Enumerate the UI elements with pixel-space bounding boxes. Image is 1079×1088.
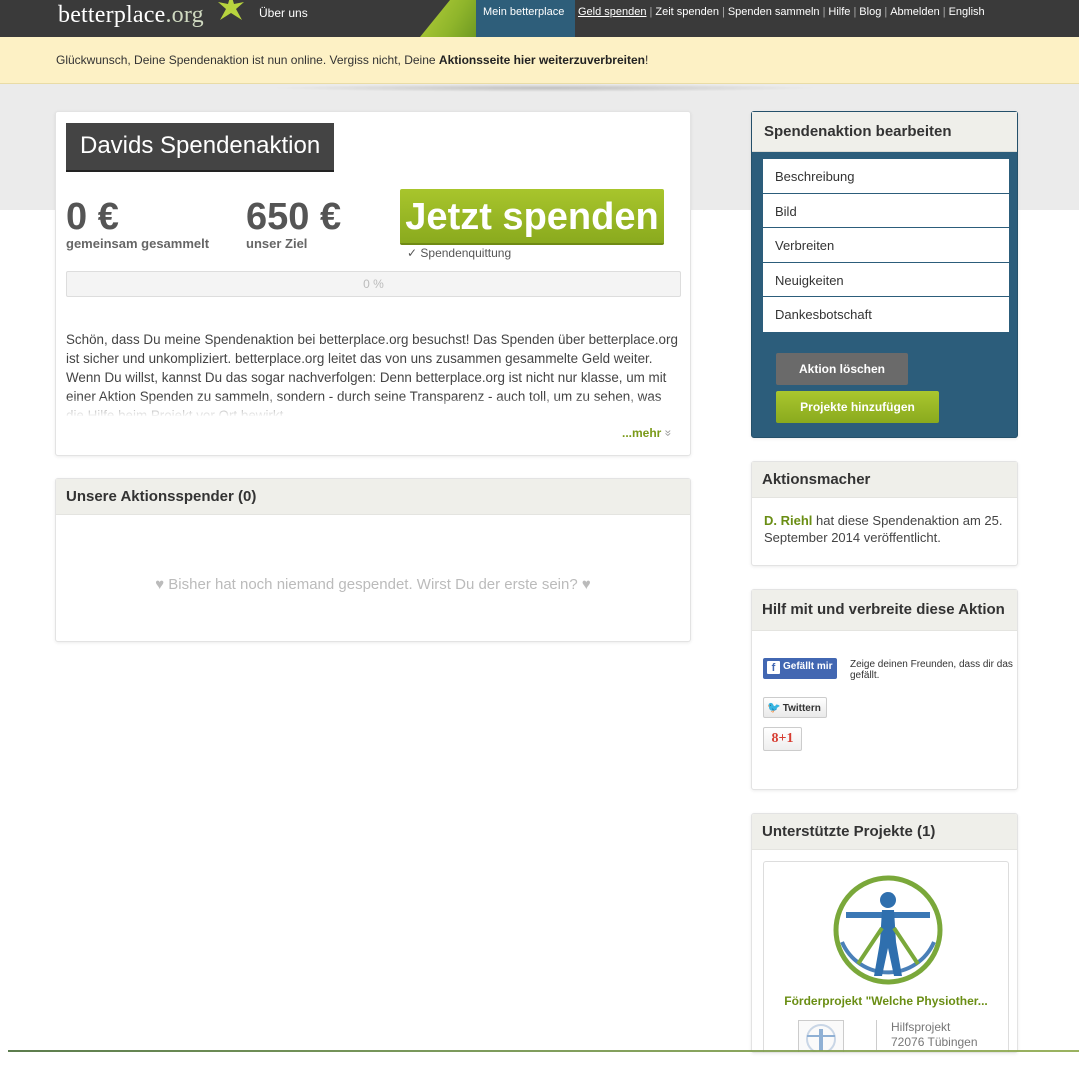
progress-text: 0 % xyxy=(363,277,384,291)
nav-link-hilfe[interactable]: Hilfe xyxy=(825,6,853,18)
star-icon xyxy=(218,0,244,20)
nav-link-english[interactable]: English xyxy=(946,6,988,18)
nav-green-wedge xyxy=(420,0,476,37)
nav-about-link[interactable]: Über uns xyxy=(259,6,308,20)
share-card: Hilf mit und verbreite diese Aktion f Gef… xyxy=(751,589,1018,790)
edit-menu: Beschreibung Bild Verbreiten Neuigkeiten… xyxy=(763,159,1009,332)
nav-link-geld-spenden[interactable]: Geld spenden xyxy=(575,6,650,18)
project-thumbnail xyxy=(798,1020,844,1052)
campaign-title: Davids Spendenaktion xyxy=(66,123,335,172)
twitter-button[interactable]: 🐦 Twittern xyxy=(763,697,827,718)
campaign-maker-card: Aktionsmacher D. Riehl hat diese Spenden… xyxy=(751,461,1018,566)
donation-receipt-note: ✓ Spendenquittung xyxy=(407,246,512,260)
facebook-like-button[interactable]: f Gefällt mir xyxy=(763,658,838,679)
bottom-divider xyxy=(8,1050,1079,1052)
logo-org-text: .org xyxy=(165,2,204,28)
project-location: 72076 Tübingen xyxy=(891,1035,978,1049)
collected-amount: 0 € xyxy=(66,196,119,238)
thumbnail-figure-icon xyxy=(806,1024,836,1052)
collected-label: gemeinsam gesammelt xyxy=(66,236,210,251)
edit-item-image[interactable]: Bild xyxy=(763,194,1009,228)
logo-text: betterplace xyxy=(58,2,166,28)
campaign-maker-title: Aktionsmacher xyxy=(752,462,1017,498)
notice-bar: Glückwunsch, Deine Spendenaktion ist nun… xyxy=(0,37,1079,84)
edit-item-thank-you[interactable]: Dankesbotschaft xyxy=(763,297,1009,332)
google-plus-button[interactable]: 8+1 xyxy=(763,727,802,751)
donate-now-button[interactable]: Jetzt spenden xyxy=(400,189,664,245)
edit-campaign-card: Spendenaktion bearbeiten Beschreibung Bi… xyxy=(751,111,1018,438)
more-link[interactable]: ...mehr » xyxy=(622,426,675,440)
donors-empty-text: ♥ Bisher hat noch niemand gespendet. Wir… xyxy=(155,576,591,593)
edit-campaign-title: Spendenaktion bearbeiten xyxy=(752,112,1017,152)
delete-campaign-button[interactable]: Aktion löschen xyxy=(776,353,908,385)
project-name-link[interactable]: Förderprojekt "Welche Physiother... xyxy=(764,994,1008,1008)
nav-my-betterplace[interactable]: Mein betterplace xyxy=(476,0,575,37)
project-type: Hilfsprojekt xyxy=(891,1020,951,1034)
goal-amount: 650 € xyxy=(246,196,342,238)
nav-link-abmelden[interactable]: Abmelden xyxy=(887,6,943,18)
edit-item-news[interactable]: Neuigkeiten xyxy=(763,263,1009,297)
chevron-down-icon: » xyxy=(661,429,676,437)
campaign-maker-text: D. Riehl hat diese Spendenaktion am 25. … xyxy=(764,512,1009,546)
facebook-like-label: Gefällt mir xyxy=(783,661,833,672)
add-projects-button[interactable]: Projekte hinzufügen xyxy=(776,391,939,423)
twitter-bird-icon: 🐦 xyxy=(767,702,781,714)
facebook-icon: f xyxy=(767,661,780,674)
description-fade xyxy=(66,399,681,417)
goal-label: unser Ziel xyxy=(246,236,308,251)
edit-item-description[interactable]: Beschreibung xyxy=(763,159,1009,194)
notice-text-end: ! xyxy=(644,53,649,67)
band-shadow xyxy=(270,84,820,92)
vitruvian-man-logo xyxy=(833,875,943,985)
nav-link-zeit-spenden[interactable]: Zeit spenden xyxy=(652,6,722,18)
project-meta: Hilfsprojekt 72076 Tübingen xyxy=(876,1020,978,1050)
notice-text: Glückwunsch, Deine Spendenaktion ist nun… xyxy=(56,53,439,67)
campaign-card: Davids Spendenaktion 0 € gemeinsam gesam… xyxy=(55,111,691,456)
supported-projects-title: Unterstützte Projekte (1) xyxy=(752,814,1017,850)
notice-share-link[interactable]: Aktionsseite hier weiterzuverbreiten xyxy=(439,53,645,67)
nav-links: Geld spenden | Zeit spenden | Spenden sammel… xyxy=(575,6,988,18)
progress-bar: 0 % xyxy=(66,271,681,297)
donors-card: Unsere Aktionsspender (0) ♥ Bisher hat n… xyxy=(55,478,691,642)
top-navigation: betterplace.org Über uns Mein betterplac… xyxy=(0,0,1079,37)
donors-title: Unsere Aktionsspender (0) xyxy=(56,479,690,515)
maker-name-link[interactable]: D. Riehl xyxy=(764,513,812,528)
share-title: Hilf mit und verbreite diese Aktion xyxy=(752,590,1017,631)
project-tile[interactable]: Förderprojekt "Welche Physiother... Hilf… xyxy=(763,861,1009,1052)
betterplace-logo[interactable]: betterplace.org xyxy=(58,2,204,29)
more-label: ...mehr xyxy=(622,426,662,440)
edit-item-share[interactable]: Verbreiten xyxy=(763,228,1009,263)
nav-link-spenden-sammeln[interactable]: Spenden sammeln xyxy=(725,6,823,18)
supported-projects-card: Unterstützte Projekte (1) Förderprojekt … xyxy=(751,813,1018,1053)
twitter-label: Twittern xyxy=(782,703,821,714)
facebook-like-text: Zeige deinen Freunden, dass dir das gefä… xyxy=(850,659,1013,681)
nav-link-blog[interactable]: Blog xyxy=(856,6,884,18)
